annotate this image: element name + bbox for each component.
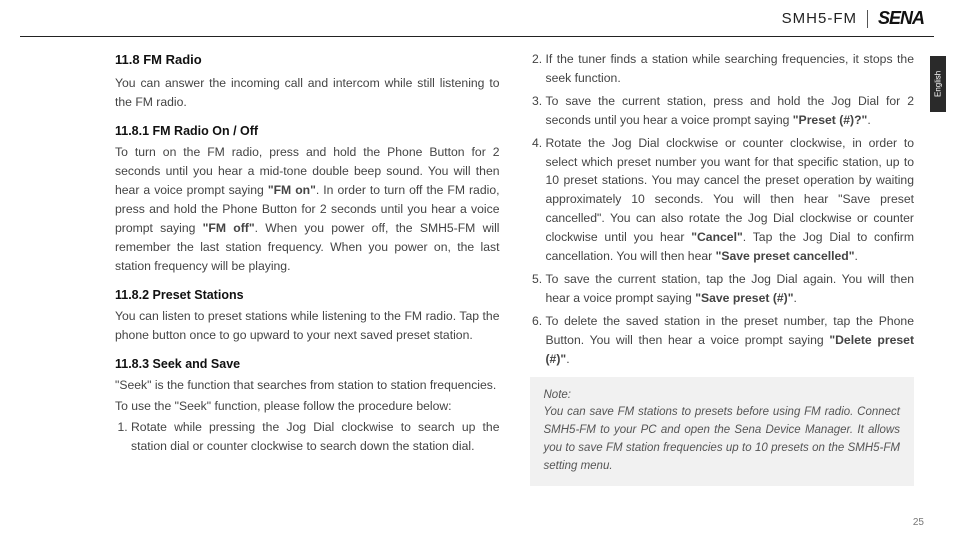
note-label: Note: bbox=[544, 387, 901, 405]
section-heading: 11.8 FM Radio bbox=[115, 50, 500, 70]
list-item: Rotate while pressing the Jog Dial clock… bbox=[131, 418, 500, 456]
horizontal-rule bbox=[20, 36, 934, 37]
subsection-body: To turn on the FM radio, press and hold … bbox=[115, 143, 500, 275]
section-intro: You can answer the incoming call and int… bbox=[115, 74, 500, 112]
lead-text: "Seek" is the function that searches fro… bbox=[115, 376, 500, 395]
brand-logo: SENA bbox=[878, 8, 924, 29]
list-item: To save the current station, press and h… bbox=[546, 92, 915, 130]
note-body: You can save FM stations to presets befo… bbox=[544, 404, 901, 475]
list-item: To save the current station, tap the Jog… bbox=[546, 270, 915, 308]
model-name: SMH5-FM bbox=[782, 10, 857, 27]
subsection-heading: 11.8.2 Preset Stations bbox=[115, 286, 500, 305]
list-item: To delete the saved station in the prese… bbox=[546, 312, 915, 369]
list-item: If the tuner finds a station while searc… bbox=[546, 50, 915, 88]
page-content: 11.8 FM Radio You can answer the incomin… bbox=[115, 50, 914, 506]
subsection-heading: 11.8.3 Seek and Save bbox=[115, 355, 500, 374]
language-tab: English bbox=[930, 56, 946, 112]
header-divider bbox=[867, 10, 868, 28]
lead-text: To use the "Seek" function, please follo… bbox=[115, 397, 500, 416]
note-box: Note: You can save FM stations to preset… bbox=[530, 377, 915, 486]
page-header: SMH5-FM SENA bbox=[782, 8, 924, 29]
subsection-heading: 11.8.1 FM Radio On / Off bbox=[115, 122, 500, 141]
page-number: 25 bbox=[913, 517, 924, 528]
list-item: Rotate the Jog Dial clockwise or counter… bbox=[546, 134, 915, 266]
subsection-body: You can listen to preset stations while … bbox=[115, 307, 500, 345]
